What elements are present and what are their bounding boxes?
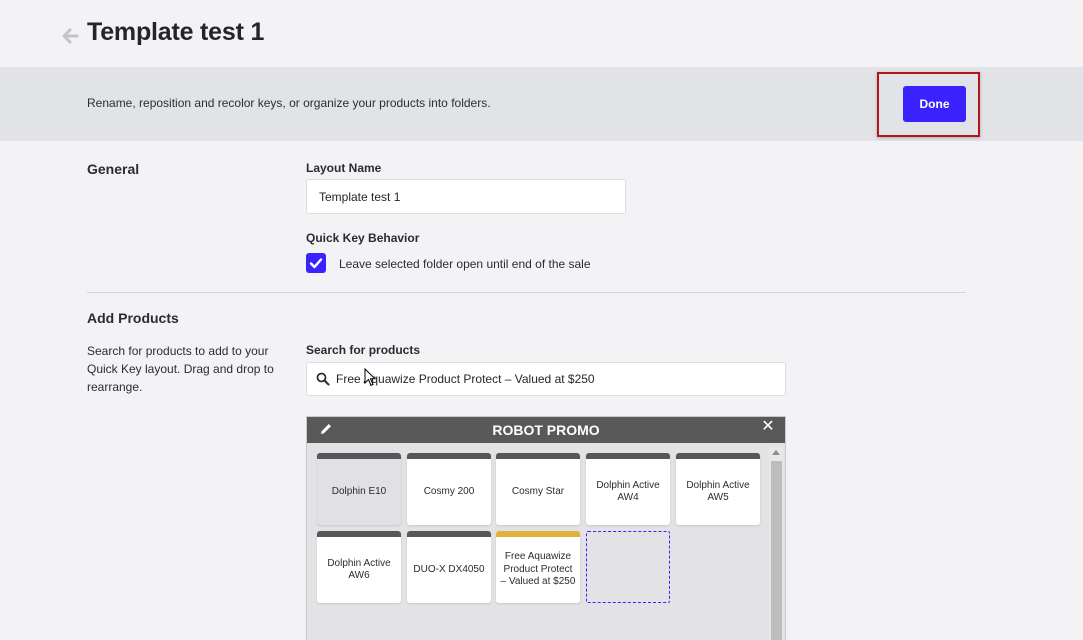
- quick-key[interactable]: Dolphin Active AW5: [676, 453, 760, 525]
- quick-key[interactable]: Dolphin Active AW6: [317, 531, 401, 603]
- folder-header: ROBOT PROMO ✕: [307, 417, 785, 443]
- pencil-icon[interactable]: [319, 422, 333, 436]
- quick-key[interactable]: Cosmy 200: [407, 453, 491, 525]
- quick-key[interactable]: Cosmy Star: [496, 453, 580, 525]
- banner-text: Rename, reposition and recolor keys, or …: [87, 96, 491, 110]
- leave-folder-open-checkbox[interactable]: [306, 253, 326, 273]
- quick-key-behavior-label: Quick Key Behavior: [306, 231, 420, 245]
- general-section-title: General: [87, 161, 140, 177]
- quick-key[interactable]: Dolphin E10: [317, 453, 401, 525]
- key-label: Dolphin E10: [331, 485, 387, 497]
- key-label: DUO-X DX4050: [413, 563, 485, 575]
- page-header: Template test 1: [0, 0, 1083, 67]
- leave-folder-open-label[interactable]: Leave selected folder open until end of …: [339, 257, 591, 271]
- add-products-description: Search for products to add to your Quick…: [87, 344, 274, 394]
- layout-name-label: Layout Name: [306, 161, 382, 175]
- check-icon: [309, 258, 323, 269]
- empty-key-drop-slot[interactable]: [586, 531, 670, 603]
- close-icon[interactable]: ✕: [761, 419, 775, 435]
- folder-title: ROBOT PROMO: [492, 422, 600, 438]
- scroll-up-arrow-icon[interactable]: [772, 450, 780, 455]
- page-title: Template test 1: [87, 18, 265, 46]
- layout-name-input[interactable]: Template test 1: [306, 179, 626, 214]
- product-search-input[interactable]: Free Aquawize Product Protect – Valued a…: [306, 362, 786, 396]
- cursor-icon: [364, 368, 377, 387]
- scroll-thumb[interactable]: [771, 461, 782, 640]
- folder-panel: ROBOT PROMO ✕ Dolphin E10 Cosmy 200 Cosm…: [306, 416, 786, 640]
- key-label: Cosmy Star: [511, 485, 565, 497]
- quick-key[interactable]: Free Aquawize Product Protect – Valued a…: [496, 531, 580, 603]
- key-label: Dolphin Active AW6: [327, 557, 391, 582]
- key-label: Dolphin Active AW4: [596, 479, 660, 504]
- done-button[interactable]: Done: [903, 86, 966, 122]
- layout-name-value: Template test 1: [319, 189, 401, 204]
- search-products-label: Search for products: [306, 343, 421, 357]
- add-products-section-title: Add Products: [87, 310, 179, 326]
- quick-key[interactable]: DUO-X DX4050: [407, 531, 491, 603]
- search-icon: [316, 372, 330, 386]
- key-label: Dolphin Active AW5: [686, 479, 750, 504]
- back-arrow-icon[interactable]: [60, 26, 80, 46]
- quick-key[interactable]: Dolphin Active AW4: [586, 453, 670, 525]
- section-divider: [87, 292, 966, 293]
- key-label: Free Aquawize Product Protect – Valued a…: [500, 551, 576, 588]
- info-banner: Rename, reposition and recolor keys, or …: [0, 67, 1083, 141]
- folder-scrollbar[interactable]: [769, 447, 783, 640]
- key-label: Cosmy 200: [423, 485, 475, 497]
